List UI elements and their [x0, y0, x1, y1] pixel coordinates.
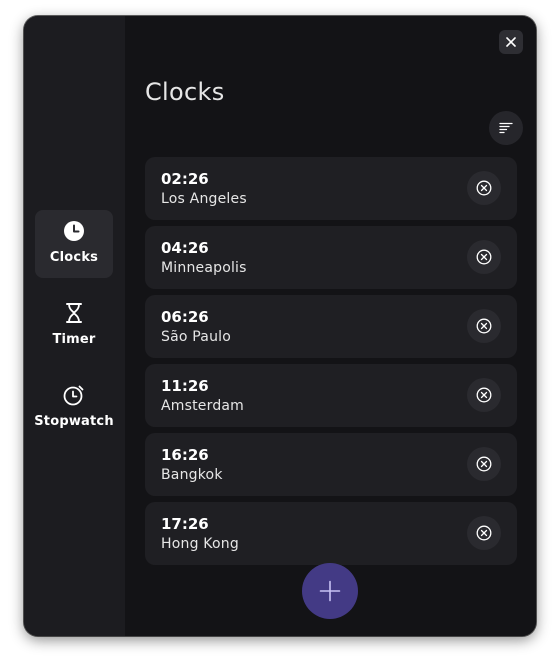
close-button[interactable] — [499, 30, 523, 54]
add-clock-button[interactable] — [302, 563, 358, 619]
world-clock-row[interactable]: 11:26 Amsterdam — [145, 364, 517, 427]
clock-time: 16:26 — [161, 446, 209, 464]
remove-circle-icon — [476, 180, 492, 196]
clock-city: São Paulo — [161, 329, 232, 345]
clock-time: 02:26 — [161, 170, 209, 188]
hourglass-icon — [63, 302, 85, 324]
clock-time: 06:26 — [161, 308, 209, 326]
world-clock-row[interactable]: 16:26 Bangkok — [145, 433, 517, 496]
remove-circle-icon — [476, 456, 492, 472]
sidebar-item-label: Stopwatch — [34, 414, 114, 429]
sort-button[interactable] — [489, 111, 523, 145]
world-clock-row[interactable]: 04:26 Minneapolis — [145, 226, 517, 289]
sidebar-item-clocks[interactable]: Clocks — [35, 210, 113, 278]
clock-time: 04:26 — [161, 239, 209, 257]
close-icon — [506, 37, 516, 47]
clock-city: Amsterdam — [161, 398, 245, 414]
sidebar-item-label: Clocks — [49, 250, 99, 265]
remove-clock-button[interactable] — [467, 240, 501, 274]
remove-circle-icon — [476, 387, 492, 403]
clock-city: Hong Kong — [161, 536, 239, 552]
clock-city: Minneapolis — [161, 260, 247, 276]
sidebar-item-timer[interactable]: Timer — [35, 292, 113, 360]
stopwatch-icon — [63, 384, 85, 406]
sidebar-item-stopwatch[interactable]: Stopwatch — [34, 374, 114, 442]
clock-city: Bangkok — [161, 467, 223, 483]
world-clock-row[interactable]: 02:26 Los Angeles — [145, 157, 517, 220]
remove-circle-icon — [476, 318, 492, 334]
clock-city: Los Angeles — [161, 191, 247, 207]
remove-circle-icon — [476, 525, 492, 541]
remove-clock-button[interactable] — [467, 309, 501, 343]
world-clock-row[interactable]: 06:26 São Paulo — [145, 295, 517, 358]
world-clock-row[interactable]: 17:26 Hong Kong — [145, 502, 517, 565]
clocks-window: Clocks Timer Stopwatch Clocks 02:26 Los … — [24, 16, 536, 636]
remove-clock-button[interactable] — [467, 516, 501, 550]
remove-clock-button[interactable] — [467, 447, 501, 481]
sort-icon — [499, 122, 513, 134]
sidebar-item-label: Timer — [52, 332, 96, 347]
remove-clock-button[interactable] — [467, 171, 501, 205]
page-title: Clocks — [145, 78, 225, 106]
remove-circle-icon — [476, 249, 492, 265]
plus-icon — [319, 580, 341, 602]
world-clock-list: 02:26 Los Angeles 04:26 Minneapolis 06:2… — [145, 157, 517, 571]
clock-icon — [63, 220, 85, 242]
clock-time: 11:26 — [161, 377, 209, 395]
main-content: Clocks 02:26 Los Angeles 04:26 Minneapol… — [125, 16, 536, 636]
remove-clock-button[interactable] — [467, 378, 501, 412]
sidebar: Clocks Timer Stopwatch — [24, 16, 125, 636]
clock-time: 17:26 — [161, 515, 209, 533]
